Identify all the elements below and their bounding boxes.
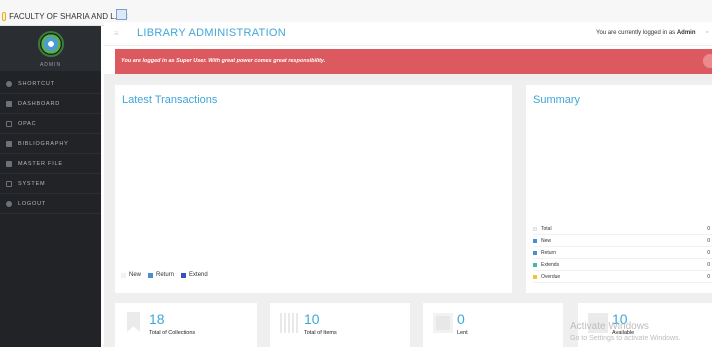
summary-label: New [541,237,552,244]
legend-label: Extend [189,272,208,278]
sidebar-item-opac[interactable]: OPAC [0,114,101,134]
tray-icon [433,313,453,333]
transactions-title: Latest Transactions [122,94,218,106]
bookmark-icon [127,312,140,332]
summary-swatch [533,250,537,255]
summary-row-extends: Extends 0 [533,259,712,271]
latest-transactions-panel: Latest Transactions New Return Extend [115,85,512,293]
login-status: You are currently logged in as Admin [596,30,696,36]
alert-message: You are logged in as Super User. With gr… [121,58,326,64]
favicon-icon [2,12,7,21]
legend-item-return[interactable]: Return [148,272,174,278]
legend-swatch [181,272,187,278]
menu-icon[interactable]: ≡ [114,30,122,38]
sidebar-item-label: MASTER FILE [18,160,63,167]
legend-label: New [129,272,142,278]
summary-list: Total 0 New 0 Return 0 Extends 0 Overdue… [533,223,712,283]
legend-label: Return [156,272,175,278]
summary-label: Total [541,225,552,232]
legend-swatch [121,272,126,278]
sidebar-item-dashboard[interactable]: DASHBOARD [0,94,101,114]
sidebar-item-label: SHORTCUT [18,80,55,87]
power-icon [6,200,12,207]
sidebar-nav: SHORTCUT DASHBOARD OPAC BIBLIOGRAPHY MAS… [0,74,101,214]
new-tab-icon[interactable] [116,9,127,20]
barcode-icon [280,313,300,333]
sidebar-item-system[interactable]: SYSTEM [0,174,101,194]
legend-item-new[interactable]: New [121,272,141,278]
summary-swatch [533,238,537,243]
summary-label: Overdue [541,273,561,280]
summary-row-new: New 0 [533,235,712,247]
sidebar-item-shortcut[interactable]: SHORTCUT [0,74,101,94]
monitor-icon [6,120,12,127]
tab-title: FACULTY OF SHARIA AND L... [9,12,122,21]
transactions-legend: New Return Extend [121,272,215,278]
summary-value: 0 [707,237,710,244]
gear-icon[interactable]: ◦ [706,29,708,36]
sidebar-item-label: SYSTEM [18,180,46,187]
sidebar-item-master-file[interactable]: MASTER FILE [0,154,101,174]
summary-swatch [533,226,537,231]
summary-row-overdue: Overdue 0 [533,271,712,283]
stat-label: Lent [457,330,468,336]
book-icon [6,140,12,147]
summary-label: Return [541,249,557,256]
stat-value: 18 [149,311,165,327]
activation-watermark-subtitle: Go to Settings to activate Windows. [570,335,681,342]
sidebar-item-label: DASHBOARD [18,100,61,107]
alert-close-icon[interactable] [703,54,712,68]
pencil-icon [6,160,12,167]
user-panel: ADMIN [0,26,101,71]
keyboard-icon [6,180,12,187]
stat-value: 0 [457,311,465,327]
stat-card-collections[interactable]: 18 Total of Collections [115,303,257,347]
sidebar: ADMIN SHORTCUT DASHBOARD OPAC BIBLIOGRAP… [0,26,101,347]
login-user: Admin [676,30,696,36]
summary-value: 0 [707,261,710,268]
summary-value: 0 [707,225,710,232]
login-prefix: You are currently logged in as [596,30,676,36]
stat-label: Total of Collections [149,330,196,336]
summary-title: Summary [533,94,581,106]
dashboard-icon [6,100,12,107]
star-icon [6,80,12,87]
sidebar-item-logout[interactable]: LOGOUT [0,194,101,214]
summary-label: Extends [541,261,560,268]
summary-row-total: Total 0 [533,223,712,235]
top-header: ≡ LIBRARY ADMINISTRATION You are current… [104,22,712,46]
legend-swatch [148,272,154,278]
sidebar-item-label: BIBLIOGRAPHY [18,140,69,147]
stat-card-lent[interactable]: 0 Lent [423,303,563,347]
stat-card-items[interactable]: 10 Total of Items [270,303,410,347]
stat-value: 10 [304,311,320,327]
summary-value: 0 [707,249,710,256]
stat-label: Total of Items [304,330,337,336]
sidebar-item-label: OPAC [18,120,37,127]
sidebar-item-label: LOGOUT [18,200,47,207]
legend-item-extend[interactable]: Extend [181,272,208,278]
summary-swatch [533,262,537,267]
summary-panel: Summary Total 0 New 0 Return 0 Extends 0… [526,85,712,293]
super-user-alert: You are logged in as Super User. With gr… [115,49,712,74]
sidebar-item-bibliography[interactable]: BIBLIOGRAPHY [0,134,101,154]
page-title: LIBRARY ADMINISTRATION [137,27,287,39]
avatar[interactable] [38,31,64,57]
user-label: ADMIN [39,62,62,68]
activation-watermark-title: Activate Windows [570,321,649,332]
summary-value: 0 [707,273,710,280]
summary-swatch [533,274,537,279]
summary-row-return: Return 0 [533,247,712,259]
